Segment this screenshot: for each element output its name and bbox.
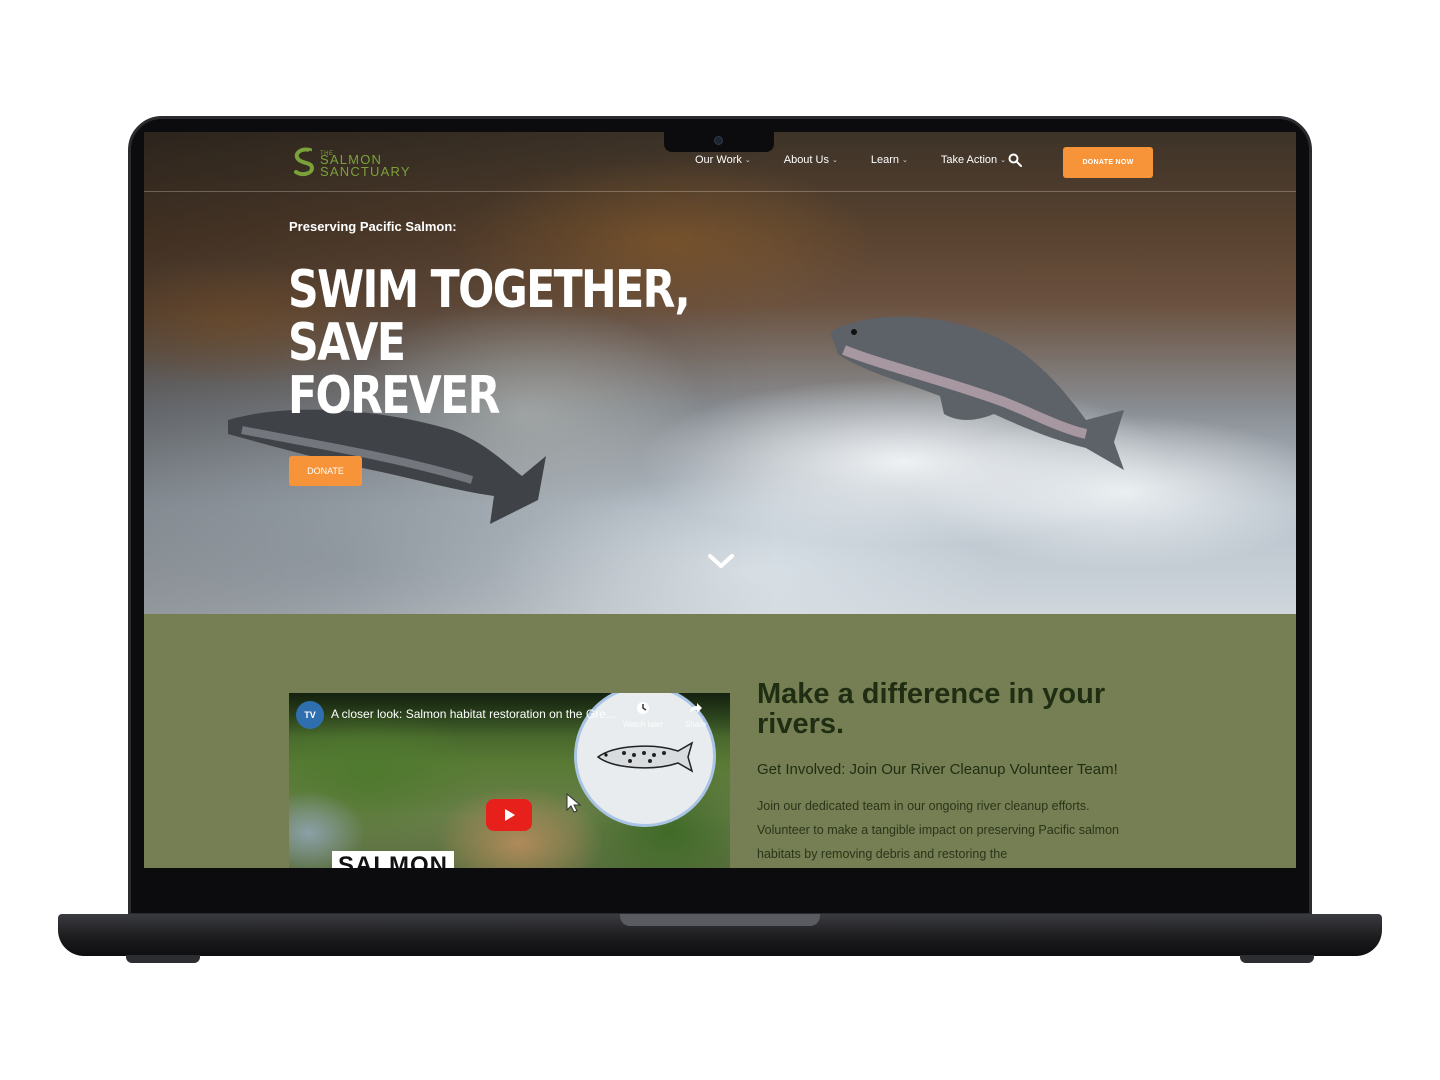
- hero-headline: SWIM TOGETHER, SAVE FOREVER: [288, 260, 691, 426]
- share-icon: [689, 703, 702, 713]
- involve-body: Join our dedicated team in our ongoing r…: [757, 799, 1119, 861]
- chevron-down-icon: ⌄: [744, 157, 751, 164]
- involve-subtitle: Get Involved: Join Our River Cleanup Vol…: [757, 761, 1118, 778]
- laptop-foot-left: [126, 955, 200, 963]
- clock-icon: [637, 702, 650, 714]
- embedded-video-player[interactable]: TV A closer look: Salmon habitat restora…: [289, 693, 730, 868]
- involve-title: Make a difference in your rivers.: [757, 678, 1106, 740]
- scroll-down-chevron-icon[interactable]: [707, 552, 735, 570]
- share-button[interactable]: Share: [685, 701, 706, 729]
- cursor-icon: [566, 793, 582, 813]
- chevron-down-icon: ⌄: [1000, 157, 1007, 164]
- site-logo[interactable]: THE SALMON SANCTUARY: [290, 146, 411, 180]
- logo-line2: SANCTUARY: [320, 164, 411, 179]
- channel-avatar[interactable]: TV: [296, 701, 324, 729]
- camera-icon: [714, 136, 723, 145]
- donate-now-button[interactable]: DONATE NOW: [1063, 147, 1153, 178]
- laptop-opening-notch: [620, 914, 820, 926]
- salmon-logo-icon: [294, 147, 315, 177]
- nav-item-label: Take Action: [940, 154, 998, 166]
- main-nav: Our Work ⌄ About Us ⌄ Learn ⌄ Take Action ⌄: [695, 154, 1039, 166]
- headline-line: SAVE: [288, 313, 406, 373]
- watch-later-button[interactable]: Watch later: [623, 701, 663, 729]
- chevron-down-icon: ⌄: [902, 157, 908, 164]
- headline-line: SWIM TOGETHER,: [288, 260, 691, 320]
- chevron-down-icon: ⌄: [831, 157, 838, 164]
- nav-item-learn[interactable]: Learn ⌄: [871, 154, 908, 166]
- hero-eyebrow: Preserving Pacific Salmon:: [289, 219, 457, 234]
- video-title[interactable]: A closer look: Salmon habitat restoratio…: [331, 707, 621, 721]
- nav-item-label: About Us: [783, 154, 829, 166]
- hero-donate-button[interactable]: DONATE: [289, 456, 362, 486]
- nav-item-take-action[interactable]: Take Action ⌄: [941, 154, 1006, 166]
- laptop-foot-right: [1240, 955, 1314, 963]
- nav-item-label: Learn: [870, 154, 899, 166]
- browser-screen: THE SALMON SANCTUARY Our Work ⌄ About Us ⌄…: [144, 132, 1296, 868]
- nav-item-label: Our Work: [695, 154, 742, 166]
- video-caption: SALMON: [332, 851, 454, 868]
- hero-section: THE SALMON SANCTUARY Our Work ⌄ About Us ⌄…: [144, 132, 1296, 614]
- logo-wordmark: THE SALMON SANCTUARY: [320, 148, 411, 178]
- nav-divider: [144, 191, 1296, 192]
- leaping-salmon-right: [830, 316, 1124, 470]
- headline-line: FOREVER: [288, 366, 500, 426]
- camera-notch: [664, 130, 774, 152]
- play-icon: [505, 809, 515, 821]
- play-button[interactable]: [486, 799, 532, 831]
- share-label: Share: [685, 720, 707, 729]
- search-icon[interactable]: [1008, 153, 1022, 167]
- nav-item-our-work[interactable]: Our Work ⌄: [695, 154, 751, 166]
- nav-item-about-us[interactable]: About Us ⌄: [784, 154, 838, 166]
- watch-later-label: Watch later: [623, 720, 664, 729]
